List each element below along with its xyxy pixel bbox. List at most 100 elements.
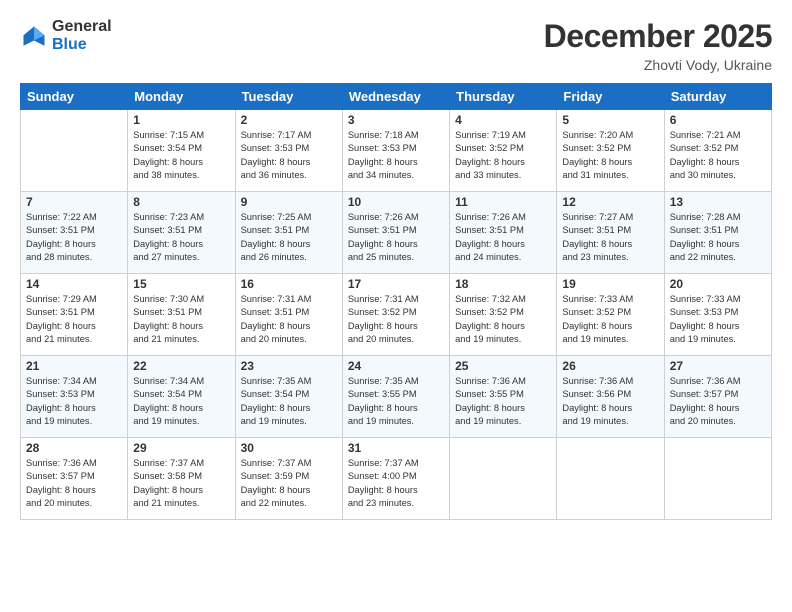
day-number: 25 (455, 359, 551, 373)
sunset-text: Sunset: 3:54 PM (133, 142, 229, 155)
sunset-text: Sunset: 3:51 PM (348, 224, 444, 237)
table-row: 18 Sunrise: 7:32 AMSunset: 3:52 PMDayligh… (450, 274, 557, 356)
sunset-text: Sunset: 3:56 PM (562, 388, 658, 401)
sunrise-text: Sunrise: 7:22 AM (26, 211, 122, 224)
table-row: 26Sunrise: 7:36 AMSunset: 3:56 PMDayligh… (557, 356, 664, 438)
table-row: 22Sunrise: 7:34 AMSunset: 3:54 PMDayligh… (128, 356, 235, 438)
table-row (557, 438, 664, 520)
day-number: 29 (133, 441, 229, 455)
day-number: 9 (241, 195, 337, 209)
day-info: Sunrise: 7:32 AMSunset: 3:52 PMDaylight:… (455, 293, 551, 347)
sunrise-text: Sunrise: 7:20 AM (562, 129, 658, 142)
daylight-text: Daylight: 8 hoursand 19 minutes. (26, 402, 122, 429)
daylight-text: Daylight: 8 hoursand 19 minutes. (562, 402, 658, 429)
day-info: Sunrise: 7:34 AMSunset: 3:53 PMDaylight:… (26, 375, 122, 429)
table-row: 9 Sunrise: 7:25 AMSunset: 3:51 PMDaylight… (235, 192, 342, 274)
day-number: 8 (133, 195, 229, 209)
day-number: 1 (133, 113, 229, 127)
sunset-text: Sunset: 3:52 PM (348, 306, 444, 319)
daylight-text: Daylight: 8 hoursand 19 minutes. (241, 402, 337, 429)
sunset-text: Sunset: 3:51 PM (26, 224, 122, 237)
sunrise-text: Sunrise: 7:29 AM (26, 293, 122, 306)
table-row: 20Sunrise: 7:33 AMSunset: 3:53 PMDayligh… (664, 274, 771, 356)
table-row: 23 Sunrise: 7:35 AMSunset: 3:54 PMDayligh… (235, 356, 342, 438)
table-row: 1 Sunrise: 7:15 AMSunset: 3:54 PMDaylight… (128, 110, 235, 192)
day-number: 24 (348, 359, 444, 373)
day-number: 16 (241, 277, 337, 291)
sunset-text: Sunset: 3:51 PM (26, 306, 122, 319)
sunrise-text: Sunrise: 7:28 AM (670, 211, 766, 224)
day-info: Sunrise: 7:15 AMSunset: 3:54 PMDaylight:… (133, 129, 229, 183)
day-number: 10 (348, 195, 444, 209)
sunrise-text: Sunrise: 7:26 AM (455, 211, 551, 224)
day-info: Sunrise: 7:28 AMSunset: 3:51 PMDaylight:… (670, 211, 766, 265)
day-info: Sunrise: 7:25 AMSunset: 3:51 PMDaylight:… (241, 211, 337, 265)
col-friday: Friday (557, 84, 664, 110)
daylight-text: Daylight: 8 hoursand 22 minutes. (670, 238, 766, 265)
sunrise-text: Sunrise: 7:32 AM (455, 293, 551, 306)
daylight-text: Daylight: 8 hoursand 19 minutes. (348, 402, 444, 429)
day-number: 19 (562, 277, 658, 291)
day-number: 5 (562, 113, 658, 127)
day-info: Sunrise: 7:23 AMSunset: 3:51 PMDaylight:… (133, 211, 229, 265)
calendar-week-row: 7Sunrise: 7:22 AMSunset: 3:51 PMDaylight… (21, 192, 772, 274)
sunset-text: Sunset: 3:51 PM (455, 224, 551, 237)
logo-blue-text: Blue (52, 36, 112, 54)
sunset-text: Sunset: 3:51 PM (241, 224, 337, 237)
day-info: Sunrise: 7:31 AMSunset: 3:52 PMDaylight:… (348, 293, 444, 347)
day-number: 13 (670, 195, 766, 209)
daylight-text: Daylight: 8 hoursand 34 minutes. (348, 156, 444, 183)
sunrise-text: Sunrise: 7:18 AM (348, 129, 444, 142)
daylight-text: Daylight: 8 hoursand 20 minutes. (670, 402, 766, 429)
sunset-text: Sunset: 3:52 PM (455, 142, 551, 155)
daylight-text: Daylight: 8 hoursand 28 minutes. (26, 238, 122, 265)
daylight-text: Daylight: 8 hoursand 19 minutes. (133, 402, 229, 429)
day-info: Sunrise: 7:31 AMSunset: 3:51 PMDaylight:… (241, 293, 337, 347)
sunset-text: Sunset: 3:52 PM (670, 142, 766, 155)
sunrise-text: Sunrise: 7:17 AM (241, 129, 337, 142)
sunrise-text: Sunrise: 7:36 AM (562, 375, 658, 388)
sunset-text: Sunset: 3:53 PM (670, 306, 766, 319)
sunset-text: Sunset: 3:52 PM (455, 306, 551, 319)
sunset-text: Sunset: 3:53 PM (348, 142, 444, 155)
sunrise-text: Sunrise: 7:30 AM (133, 293, 229, 306)
day-number: 30 (241, 441, 337, 455)
col-wednesday: Wednesday (342, 84, 449, 110)
daylight-text: Daylight: 8 hoursand 33 minutes. (455, 156, 551, 183)
table-row: 29 Sunrise: 7:37 AMSunset: 3:58 PMDayligh… (128, 438, 235, 520)
day-info: Sunrise: 7:19 AMSunset: 3:52 PMDaylight:… (455, 129, 551, 183)
table-row: 3Sunrise: 7:18 AMSunset: 3:53 PMDaylight… (342, 110, 449, 192)
day-info: Sunrise: 7:30 AMSunset: 3:51 PMDaylight:… (133, 293, 229, 347)
day-number: 4 (455, 113, 551, 127)
sunset-text: Sunset: 3:53 PM (241, 142, 337, 155)
table-row: 11Sunrise: 7:26 AMSunset: 3:51 PMDayligh… (450, 192, 557, 274)
table-row: 5Sunrise: 7:20 AMSunset: 3:52 PMDaylight… (557, 110, 664, 192)
sunrise-text: Sunrise: 7:34 AM (26, 375, 122, 388)
sunrise-text: Sunrise: 7:36 AM (670, 375, 766, 388)
title-block: December 2025 Zhovti Vody, Ukraine (544, 18, 772, 73)
table-row (21, 110, 128, 192)
daylight-text: Daylight: 8 hoursand 21 minutes. (26, 320, 122, 347)
day-number: 28 (26, 441, 122, 455)
day-number: 27 (670, 359, 766, 373)
day-number: 21 (26, 359, 122, 373)
sunrise-text: Sunrise: 7:33 AM (562, 293, 658, 306)
day-info: Sunrise: 7:37 AMSunset: 3:58 PMDaylight:… (133, 457, 229, 511)
day-info: Sunrise: 7:35 AMSunset: 3:55 PMDaylight:… (348, 375, 444, 429)
table-row: 10 Sunrise: 7:26 AMSunset: 3:51 PMDayligh… (342, 192, 449, 274)
page: General Blue December 2025 Zhovti Vody, … (0, 0, 792, 612)
day-info: Sunrise: 7:26 AMSunset: 3:51 PMDaylight:… (348, 211, 444, 265)
sunset-text: Sunset: 3:54 PM (241, 388, 337, 401)
day-info: Sunrise: 7:36 AMSunset: 3:57 PMDaylight:… (670, 375, 766, 429)
day-number: 23 (241, 359, 337, 373)
day-number: 18 (455, 277, 551, 291)
sunrise-text: Sunrise: 7:37 AM (241, 457, 337, 470)
daylight-text: Daylight: 8 hoursand 30 minutes. (670, 156, 766, 183)
calendar-table: Sunday Monday Tuesday Wednesday Thursday… (20, 83, 772, 520)
table-row: 25Sunrise: 7:36 AMSunset: 3:55 PMDayligh… (450, 356, 557, 438)
day-info: Sunrise: 7:35 AMSunset: 3:54 PMDaylight:… (241, 375, 337, 429)
logo: General Blue (20, 18, 112, 53)
daylight-text: Daylight: 8 hoursand 26 minutes. (241, 238, 337, 265)
daylight-text: Daylight: 8 hoursand 31 minutes. (562, 156, 658, 183)
day-number: 31 (348, 441, 444, 455)
